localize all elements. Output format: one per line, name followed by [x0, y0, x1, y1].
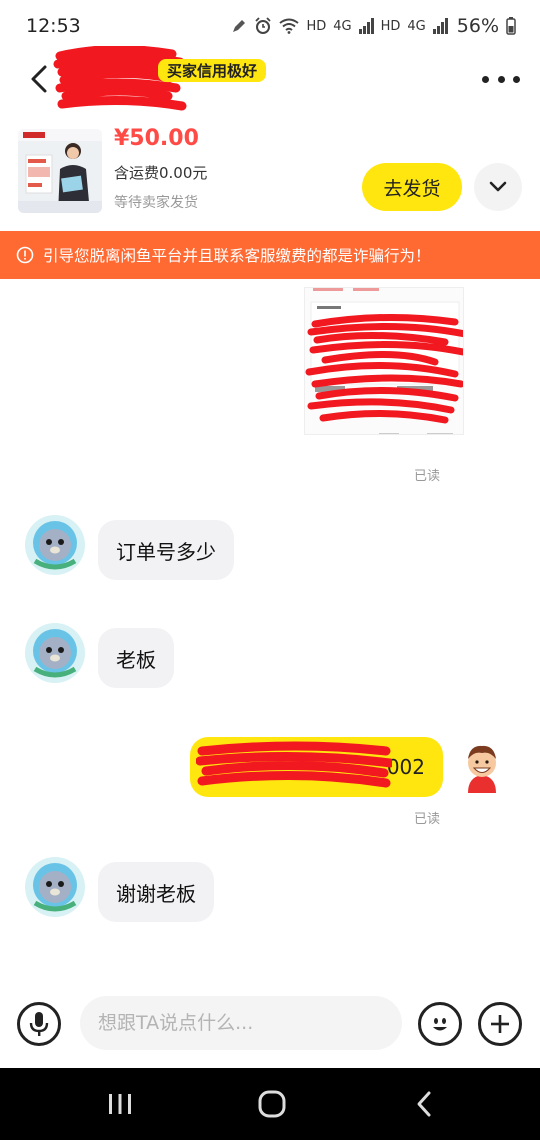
screenshot-image [305, 288, 463, 434]
microphone-icon [29, 1012, 49, 1036]
chevron-left-icon [31, 65, 47, 93]
avatar[interactable] [25, 515, 85, 575]
back-button[interactable] [22, 62, 56, 96]
message-input[interactable] [80, 996, 402, 1050]
read-receipt: 已读 [414, 812, 441, 827]
product-price: ¥50.00 [114, 126, 199, 151]
recent-apps-button[interactable] [100, 1086, 140, 1122]
credit-badge: 买家信用极好 [158, 59, 267, 82]
seal-avatar-icon [25, 623, 85, 683]
seal-avatar-icon [25, 515, 85, 575]
boy-avatar-icon [468, 745, 496, 793]
emoji-icon [433, 1018, 447, 1031]
fraud-warning-banner: 引导您脱离闲鱼平台并且联系客服缴费的都是诈骗行为！ [0, 231, 540, 279]
signal-icon [358, 18, 374, 34]
expand-button[interactable] [474, 163, 522, 211]
wifi-icon [279, 18, 300, 34]
message-text: 002 [386, 755, 425, 779]
message-bubble[interactable]: 老板 [98, 628, 174, 688]
plus-icon [491, 1015, 509, 1033]
warning-text: 引导您脱离闲鱼平台并且联系客服缴费的都是诈骗行为！ [43, 247, 431, 265]
battery-icon [506, 17, 516, 35]
network-label-2: 4G [407, 18, 426, 34]
home-icon [258, 1090, 286, 1118]
product-thumbnail[interactable] [18, 129, 102, 213]
seller-name[interactable]: 卖家昵称 [62, 60, 158, 100]
message-bubble[interactable]: 谢谢老板 [98, 862, 214, 922]
chevron-down-icon [489, 181, 507, 192]
signal-icon-2 [432, 18, 448, 34]
seal-avatar-icon [25, 857, 85, 917]
more-button[interactable] [482, 66, 520, 92]
hd-label: HD [306, 18, 327, 34]
chat-header: 卖家昵称 买家信用极好 [0, 46, 540, 111]
pen-icon [233, 20, 246, 32]
image-message[interactable] [304, 287, 464, 435]
hd-label-2: HD [380, 18, 401, 34]
back-nav-button[interactable] [404, 1086, 444, 1122]
order-status: 等待卖家发货 [114, 195, 198, 211]
add-button[interactable] [478, 1002, 522, 1046]
message-bubble[interactable]: 订单号多少 [98, 520, 234, 580]
my-avatar[interactable] [460, 741, 504, 793]
network-label: 4G [333, 18, 352, 34]
product-image [18, 129, 102, 213]
input-bar [0, 992, 540, 1068]
avatar[interactable] [25, 857, 85, 917]
avatar[interactable] [25, 623, 85, 683]
battery-percent: 56% [456, 15, 499, 37]
voice-button[interactable] [17, 1002, 61, 1046]
ship-button[interactable]: 去发货 [362, 163, 462, 211]
status-icons: HD 4G HD 4G 56% [231, 15, 516, 37]
chat-area[interactable]: 已读 订单号多少 老板 002 已读 谢谢老板 [0, 279, 540, 992]
emoji-button[interactable] [418, 1002, 462, 1046]
status-bar: 12:53 HD 4G HD 4G 56% [0, 0, 540, 52]
alarm-icon [255, 17, 272, 34]
alert-circle-icon [16, 246, 34, 264]
shipping-fee: 含运费0.00元 [114, 164, 208, 182]
more-dots-icon [482, 75, 489, 83]
recent-apps-icon [109, 1094, 131, 1114]
system-nav-bar [0, 1068, 540, 1140]
status-time: 12:53 [26, 15, 81, 37]
read-receipt: 已读 [414, 469, 441, 484]
home-button[interactable] [252, 1086, 292, 1122]
product-card[interactable]: ¥50.00 含运费0.00元 等待卖家发货 去发货 [0, 120, 540, 228]
back-nav-icon [417, 1091, 431, 1117]
my-message-bubble[interactable]: 002 [190, 737, 443, 797]
